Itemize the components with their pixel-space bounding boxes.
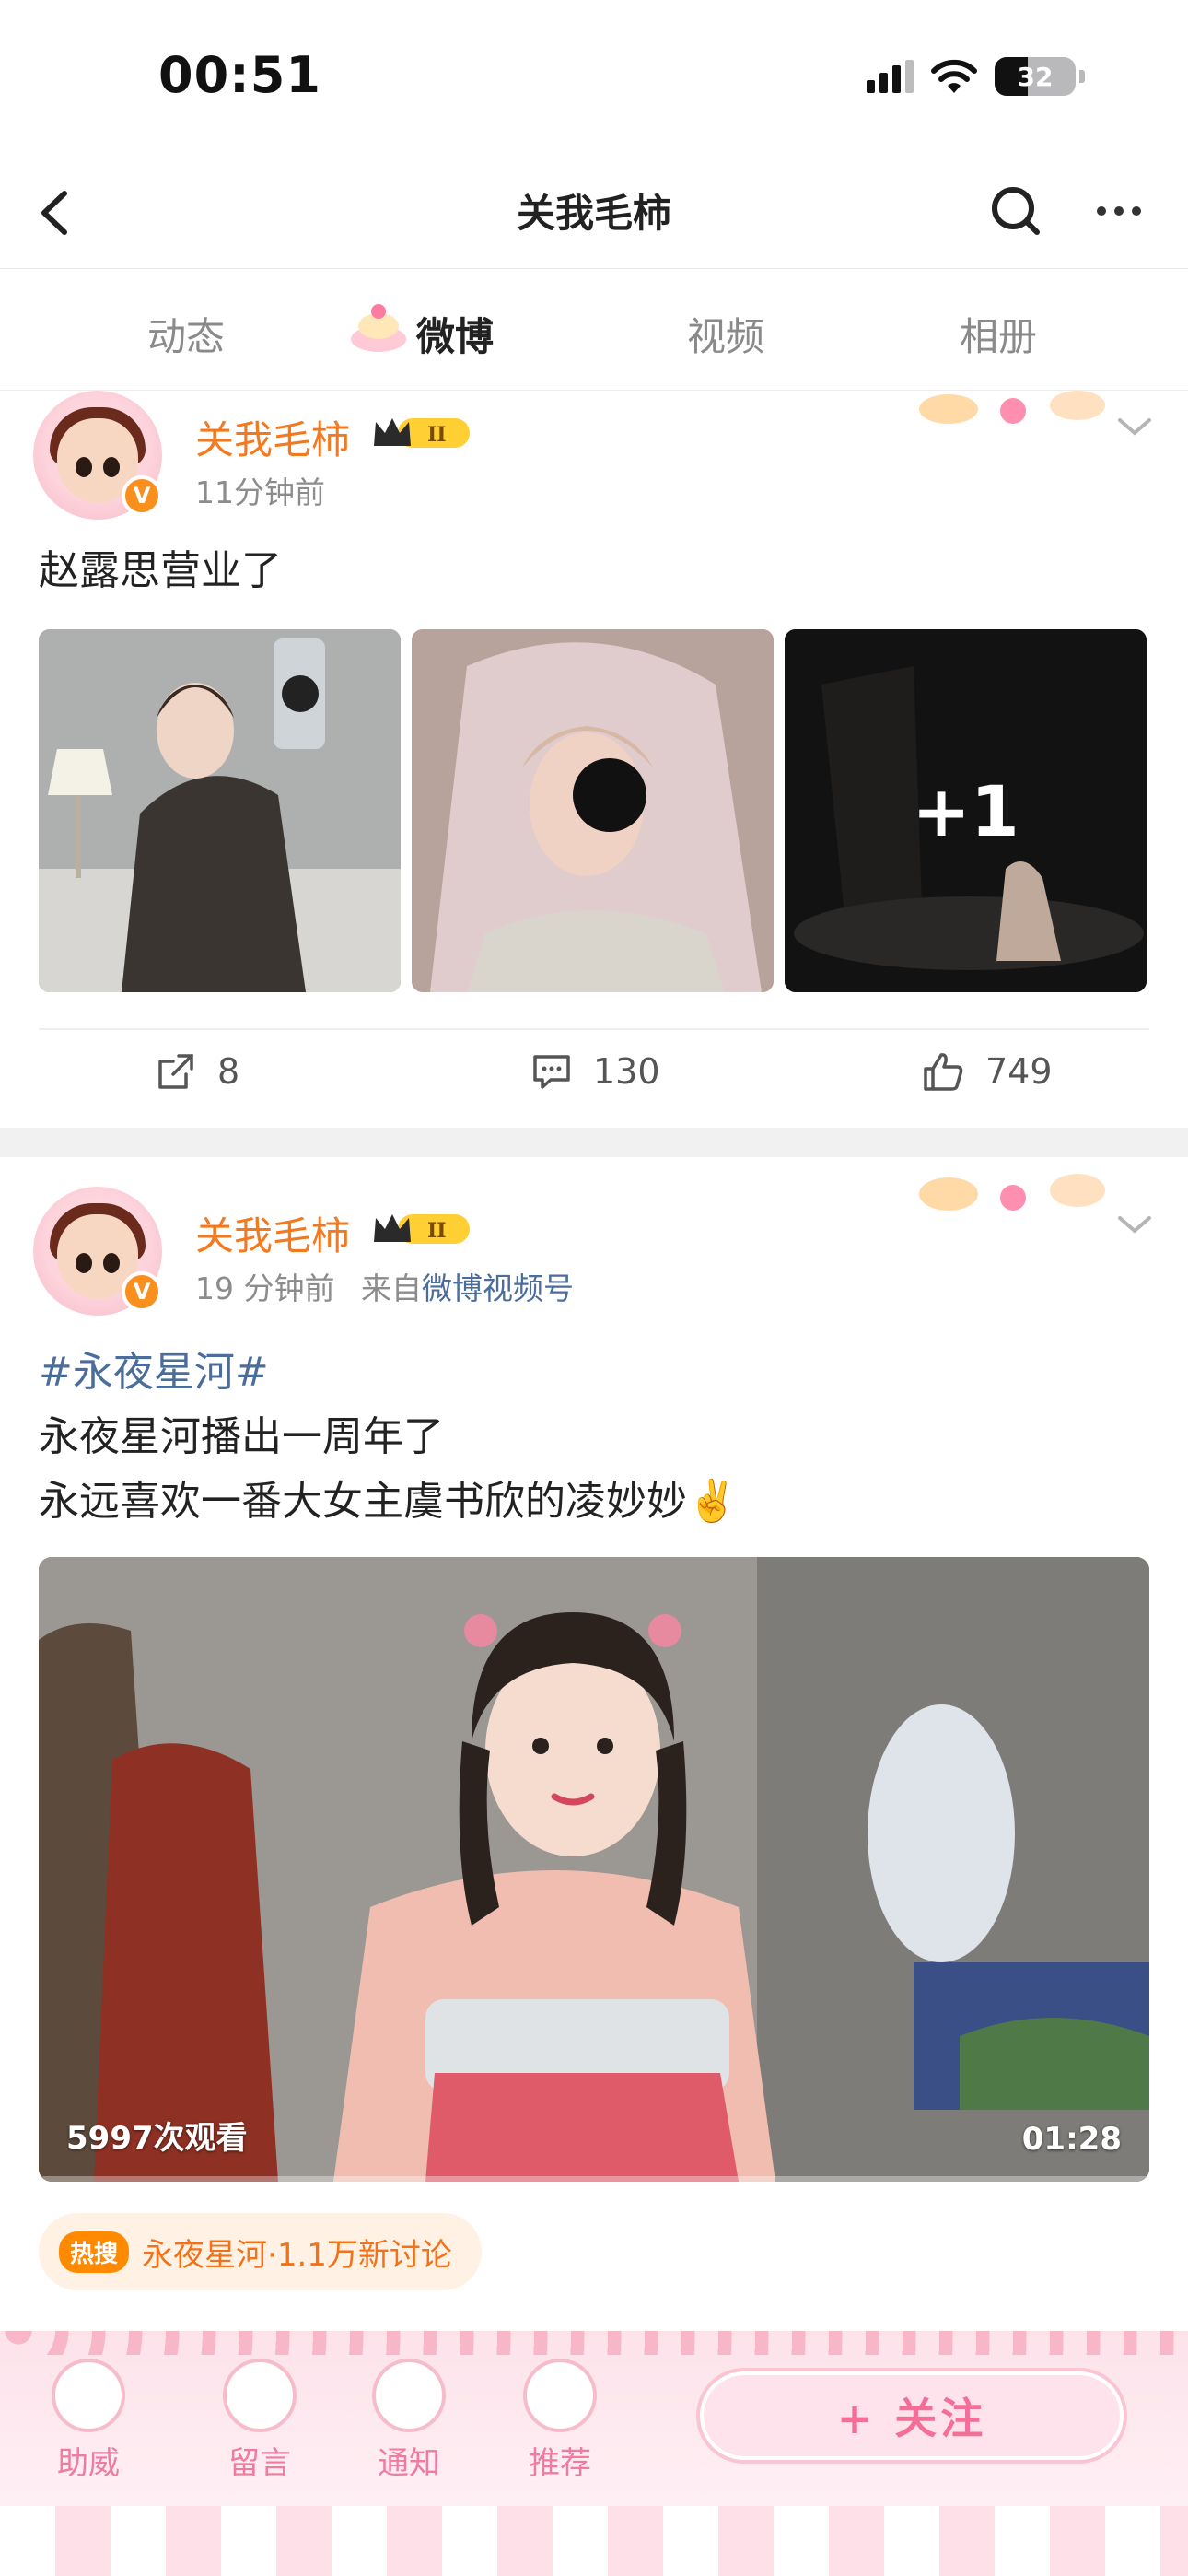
battery-cap [1079,70,1085,83]
more-images-label: +1 [912,769,1019,852]
message-label: 留言 [228,2445,291,2482]
message-button[interactable]: 留言 [204,2359,315,2483]
more-icon-dot [1132,206,1141,216]
like-count: 749 [985,1051,1053,1092]
recommend-button[interactable]: 推荐 [505,2359,615,2483]
like-button[interactable]: 749 [921,1050,1053,1093]
notify-icon [372,2359,446,2432]
status-bar: 00:51 32 [0,0,1188,157]
repost-count: 8 [217,1051,240,1092]
post-image-3[interactable]: +1 [785,629,1147,992]
post-time: 11分钟前 [195,474,325,510]
battery-level: 32 [1017,61,1054,92]
tab-album[interactable]: 相册 [960,306,1037,362]
tab-bar: 动态 微博 视频 相册 [0,269,1188,391]
video-thumbnail [39,1557,1149,2182]
status-indicators: 32 [867,57,1085,96]
post-text-line2: 永远喜欢一番大女主虞书欣的凌妙妙✌️ [39,1478,738,1525]
cheer-label: 助威 [57,2445,120,2482]
verified-icon: V [122,475,162,516]
hot-search-tag: 热搜 [59,2231,130,2273]
repost-button[interactable]: 8 [155,1050,239,1093]
pattern-strip [0,2506,1188,2576]
avatar[interactable]: V [33,1187,162,1316]
more-button[interactable] [1087,179,1151,243]
source-link[interactable]: 微博视频号 [422,1270,574,1306]
chevron-down-icon[interactable] [1114,413,1155,440]
nav-bar: 关我毛柿 [0,157,1188,269]
source-prefix: 来自 [360,1270,422,1306]
more-icon-dot [1114,206,1124,216]
post-meta: 19 分钟前 来自微博视频号 [195,1264,574,1308]
video-duration: 01:28 [1021,2121,1122,2158]
recommend-icon [523,2359,597,2432]
post-image-1[interactable] [39,629,401,992]
svg-text:II: II [427,423,447,447]
verified-icon: V [122,1271,162,1312]
search-icon [992,187,1040,235]
repost-icon [158,1054,193,1089]
chevron-down-icon[interactable] [1114,1211,1155,1238]
cheer-button[interactable]: 助威 [33,2359,144,2483]
vip-crown-icon: II [374,418,470,448]
comment-count: 130 [593,1051,660,1092]
vip-crown-icon: II [374,1214,470,1244]
post-card-1[interactable]: V 关我毛柿 II 11分钟前 赵露思营业了 +1 8 130 749 [0,391,1188,1128]
like-icon [924,1053,963,1091]
notify-label: 通知 [378,2445,440,2482]
post-text-line1: 永夜星河播出一周年了 [39,1413,444,1460]
tab-video[interactable]: 视频 [687,306,764,362]
sticker-deco-icon [919,391,1105,424]
comment-button[interactable]: 130 [530,1050,660,1093]
more-icon [1097,206,1106,216]
post-text: 赵露思营业了 [39,547,282,594]
video-player[interactable]: 5997次观看 01:28 [39,1557,1149,2182]
divider [39,1028,1149,1030]
user-name[interactable]: 关我毛柿 [195,409,350,465]
tab-dynamic[interactable]: 动态 [147,306,225,362]
comment-icon [533,1055,570,1089]
notify-button[interactable]: 通知 [354,2359,464,2483]
search-button[interactable] [984,179,1048,243]
video-progress-bar[interactable] [39,2176,1149,2182]
avatar[interactable]: V [33,391,162,520]
user-name[interactable]: 关我毛柿 [195,1205,350,1261]
post-image-2[interactable] [412,629,774,992]
video-views: 5997次观看 [66,2120,248,2157]
hot-search-text: 永夜星河·1.1万新讨论 [142,2236,452,2274]
recommend-label: 推荐 [529,2445,591,2482]
wifi-icon [930,58,978,95]
battery-icon: 32 [995,57,1076,96]
feed-separator [0,1128,1188,1157]
svg-text:II: II [427,1219,447,1243]
tab-weibo[interactable]: 微博 [416,306,494,362]
cake-deco-icon [351,304,406,352]
profile-bottom-bar: 助威 留言 通知 推荐 + 关注 [0,2331,1188,2576]
follow-button[interactable]: + 关注 [700,2371,1124,2460]
hot-search-pill[interactable]: 热搜 永夜星河·1.1万新讨论 [39,2213,482,2290]
post-time: 19 分钟前 [195,1270,335,1306]
cheer-icon [52,2359,125,2432]
lace-decoration [0,2331,1188,2355]
topic-link[interactable]: #永夜星河# [39,1340,269,1406]
sticker-deco-icon [919,1174,1105,1211]
signal-icon [867,60,914,93]
message-icon [223,2359,297,2432]
status-time: 00:51 [158,46,321,104]
